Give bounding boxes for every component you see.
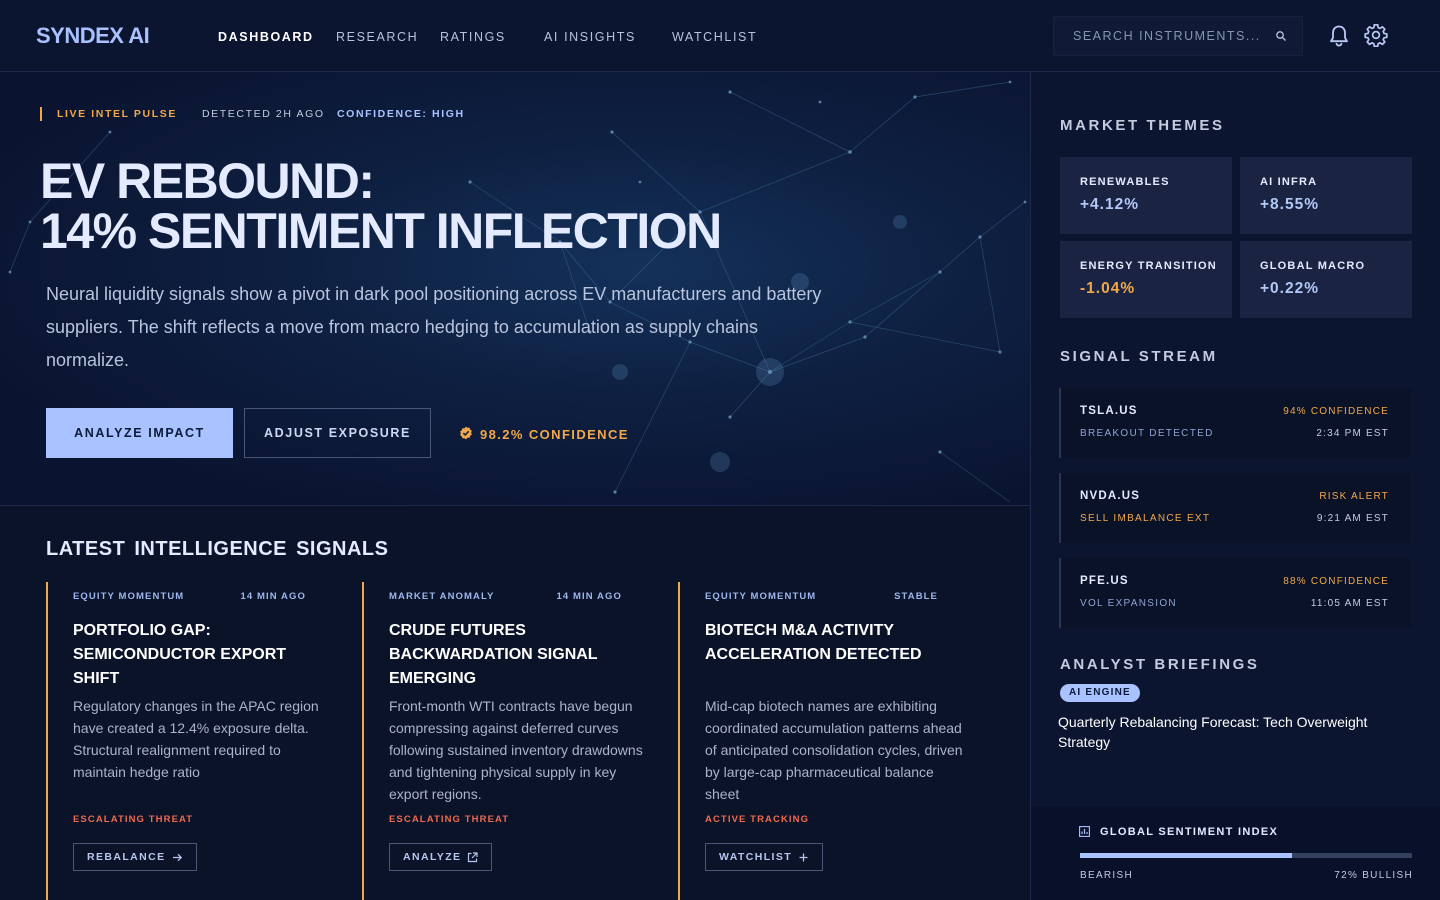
stream-time: 2:34 PM EST [1316,428,1389,439]
card-body: Front-month WTI contracts have begun com… [389,698,643,802]
theme-name: RENEWABLES [1080,176,1170,188]
rebalance-button[interactable]: REBALANCE [73,843,197,871]
search-input[interactable] [1054,17,1266,55]
stream-ticker: TSLA.US [1080,405,1138,417]
card-title[interactable]: PORTFOLIO GAP: SEMICONDUCTOR EXPORT SHIF… [73,619,328,691]
card-title[interactable]: CRUDE FUTURES BACKWARDATION SIGNAL EMERG… [389,619,644,691]
card-category: EQUITY MOMENTUM [73,591,185,602]
analyst-briefings-title: ANALYST BRIEFINGS [1060,656,1260,673]
card-status: ESCALATING THREAT [389,814,510,825]
stream-label: BREAKOUT DETECTED [1080,428,1214,439]
hero-section: LIVE INTEL PULSE DETECTED 2H AGO CONFIDE… [0,72,1030,506]
card-time: 14 MIN AGO [240,591,306,602]
hero-title-line-2: 14% SENTIMENT INFLECTION [40,203,722,259]
stream-item-tsla[interactable]: TSLA.US BREAKOUT DETECTED 94% CONFIDENCE… [1059,388,1411,458]
stream-time: 9:21 AM EST [1316,513,1389,524]
brand-logo[interactable]: SYNDEX AI [36,23,150,49]
card-status: ACTIVE TRACKING [705,814,810,825]
search-icon[interactable] [1275,30,1287,42]
card-category: EQUITY MOMENTUM [705,591,817,602]
verified-badge-icon [460,426,472,440]
stream-ticker: NVDA.US [1080,490,1141,502]
theme-tile-global-macro[interactable]: GLOBAL MACRO +0.22% [1240,241,1412,318]
theme-tile-energy-transition[interactable]: ENERGY TRANSITION -1.04% [1060,241,1232,318]
pulse-indicator [40,107,42,121]
signal-card: EQUITY MOMENTUM 14 MIN AGO PORTFOLIO GAP… [46,582,336,900]
stream-label: VOL EXPANSION [1080,598,1177,609]
watchlist-button-label: WATCHLIST [719,851,793,863]
hero-description: Neural liquidity signals show a pivot in… [46,284,822,370]
signal-card: EQUITY MOMENTUM STABLE BIOTECH M&A ACTIV… [678,582,968,900]
sentiment-index-title: GLOBAL SENTIMENT INDEX [1100,826,1279,838]
sentiment-bar [1080,853,1412,858]
detected-tag: DETECTED 2H AGO [202,108,325,120]
confidence-tag: CONFIDENCE: HIGH [337,108,465,120]
theme-value: +8.55% [1260,196,1320,213]
nav-item-research[interactable]: RESEARCH [336,30,418,44]
stream-time: 11:05 AM EST [1310,598,1389,609]
theme-name: ENERGY TRANSITION [1080,260,1217,272]
analyze-button-label: ANALYZE [403,851,462,863]
plus-icon [799,853,808,861]
bearish-label: BEARISH [1080,870,1134,881]
hero-title: EV REBOUND: 14% SENTIMENT INFLECTION [40,153,722,259]
theme-name: GLOBAL MACRO [1260,260,1366,272]
stream-label: SELL IMBALANCE EXT [1080,513,1211,524]
nav-item-ai-insights[interactable]: AI INSIGHTS [544,30,636,44]
adjust-exposure-button[interactable]: ADJUST EXPOSURE [244,408,431,458]
external-link-icon [468,851,479,862]
bullish-label: 72% BULLISH [1334,870,1413,881]
right-sidebar: MARKET THEMES RENEWABLES +4.12% AI INFRA… [1030,72,1440,900]
stream-item-nvda[interactable]: NVDA.US SELL IMBALANCE EXT RISK ALERT 9:… [1059,473,1411,543]
top-navigation: SYNDEX AI DASHBOARD RESEARCH RATINGS AI … [0,0,1440,72]
arrow-right-icon [172,853,182,861]
signals-section-title: LATEST INTELLIGENCE SIGNALS [46,538,389,560]
gear-icon[interactable] [1364,23,1388,47]
stream-ticker: PFE.US [1080,575,1129,587]
theme-tile-renewables[interactable]: RENEWABLES +4.12% [1060,157,1232,234]
card-time: STABLE [894,591,938,602]
hero-title-line-1: EV REBOUND: [40,153,375,209]
theme-value: +0.22% [1260,280,1320,297]
bell-icon[interactable] [1328,24,1350,48]
stream-item-pfe[interactable]: PFE.US VOL EXPANSION 88% CONFIDENCE 11:0… [1059,558,1411,628]
theme-tile-ai-infra[interactable]: AI INFRA +8.55% [1240,157,1412,234]
search-box [1053,16,1303,56]
nav-item-dashboard[interactable]: DASHBOARD [218,30,314,44]
analyze-button[interactable]: ANALYZE [389,843,493,871]
live-pulse-tag: LIVE INTEL PULSE [57,108,177,120]
global-sentiment-panel: GLOBAL SENTIMENT INDEX BEARISH 72% BULLI… [1031,807,1440,900]
signal-stream-title: SIGNAL STREAM [1060,348,1218,365]
card-title[interactable]: BIOTECH M&A ACTIVITY ACCELERATION DETECT… [705,619,960,667]
nav-item-ratings[interactable]: RATINGS [440,30,506,44]
card-status: ESCALATING THREAT [73,814,194,825]
market-themes-title: MARKET THEMES [1060,117,1225,134]
card-category: MARKET ANOMALY [389,591,495,602]
analyze-impact-button[interactable]: ANALYZE IMPACT [46,408,233,458]
theme-name: AI INFRA [1260,176,1318,188]
signal-card: MARKET ANOMALY 14 MIN AGO CRUDE FUTURES … [362,582,652,900]
card-time: 14 MIN AGO [556,591,622,602]
card-body: Regulatory changes in the APAC region ha… [73,698,319,780]
confidence-badge: 98.2% CONFIDENCE [480,427,629,442]
watchlist-button[interactable]: WATCHLIST [705,843,824,871]
sentiment-bar-fill [1080,853,1293,858]
nav-item-watchlist[interactable]: WATCHLIST [672,30,757,44]
ai-engine-badge: AI ENGINE [1060,684,1140,702]
stream-confidence: 88% CONFIDENCE [1283,576,1389,587]
card-body: Mid-cap biotech names are exhibiting coo… [705,698,963,802]
briefing-link[interactable]: Quarterly Rebalancing Forecast: Tech Ove… [1058,712,1408,752]
stream-confidence: 94% CONFIDENCE [1283,406,1389,417]
rebalance-button-label: REBALANCE [87,851,166,863]
stream-confidence: RISK ALERT [1319,491,1389,502]
theme-value: -1.04% [1080,280,1136,297]
theme-value: +4.12% [1080,196,1140,213]
index-chart-icon [1079,826,1090,837]
